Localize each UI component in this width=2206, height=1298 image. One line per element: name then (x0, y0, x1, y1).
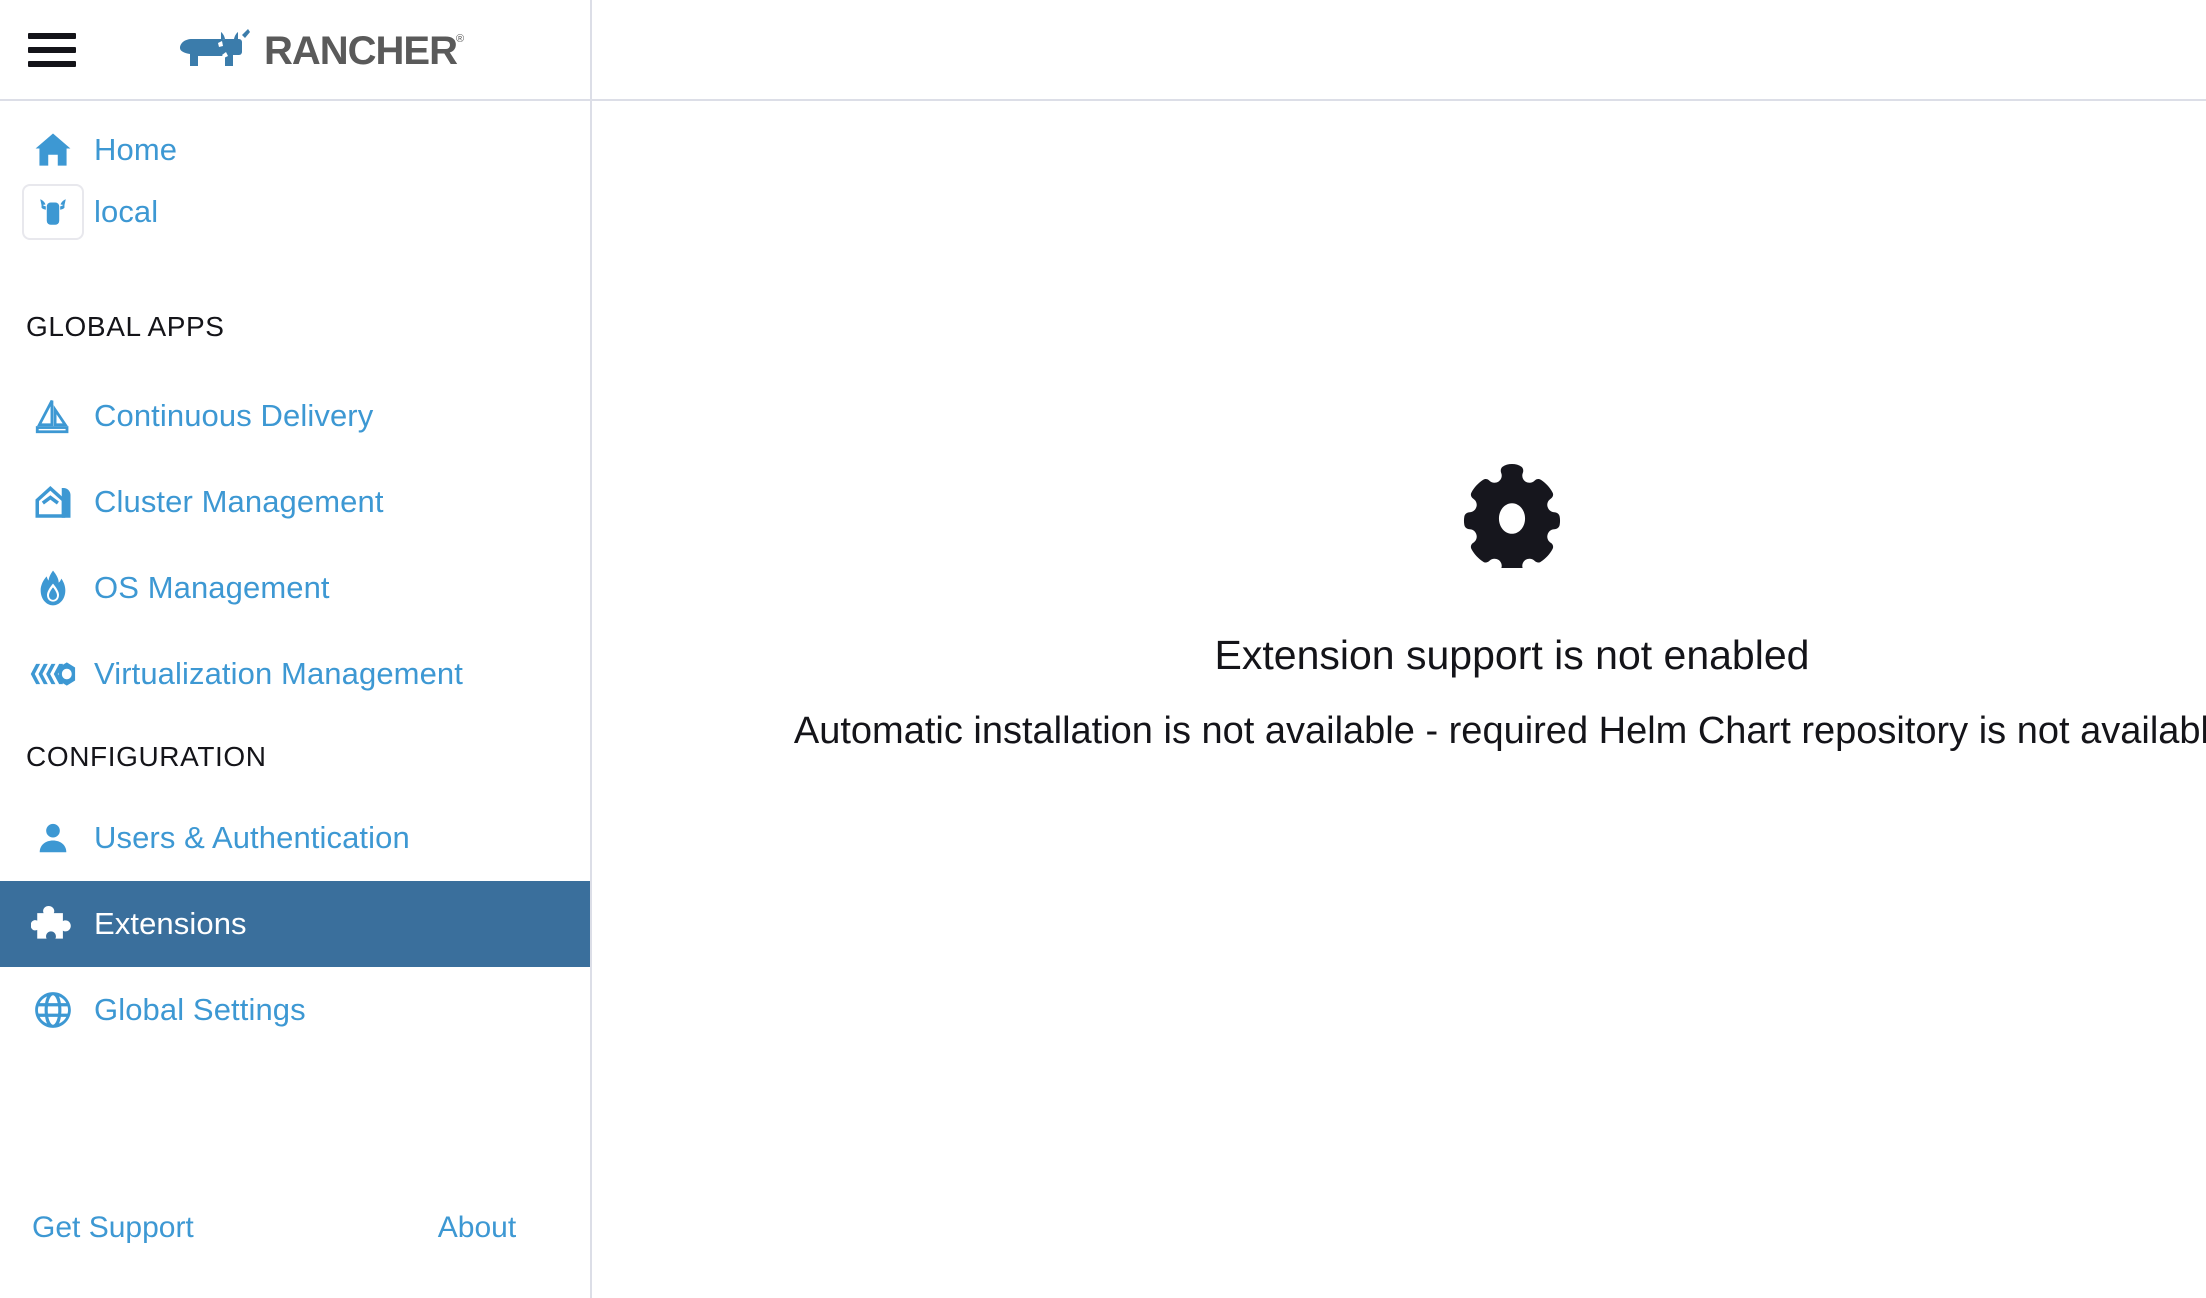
barn-icon (22, 481, 84, 523)
sidebar-item-label: Home (94, 132, 178, 167)
hamburger-bar (28, 46, 76, 53)
sidebar-item-label: Extensions (94, 906, 247, 941)
sidebar-item-cluster-management[interactable]: Cluster Management (0, 459, 590, 545)
about-link[interactable]: About (438, 1211, 516, 1245)
sailboat-icon (22, 395, 84, 437)
harvester-icon (22, 659, 84, 689)
main-content: Extension support is not enabled Automat… (592, 101, 2206, 1298)
home-icon (22, 128, 84, 172)
empty-state-subtitle: Automatic installation is not available … (793, 710, 2206, 752)
gear-icon (1457, 459, 1567, 569)
sidebar-item-virtualization-management[interactable]: Virtualization Management (0, 631, 590, 717)
sidebar-nav: Home local GLOBAL APPS Continuous Delive… (0, 101, 592, 1298)
top-header: RANCHER ® (0, 0, 2206, 101)
sidebar-item-label: OS Management (94, 570, 330, 605)
sidebar-footer: Get Support About (0, 1168, 590, 1298)
sidebar-top-section: Home local (0, 101, 590, 243)
hamburger-menu-icon[interactable] (28, 26, 76, 74)
sidebar-item-label: Virtualization Management (94, 656, 463, 691)
rancher-app: RANCHER ® Home local GLOBAL APPS Continu… (0, 0, 2206, 1298)
puzzle-piece-icon (22, 902, 84, 946)
flame-drop-icon (22, 567, 84, 609)
brand-trademark: ® (456, 33, 464, 45)
sidebar-item-label: Continuous Delivery (94, 398, 374, 433)
sidebar-item-global-settings[interactable]: Global Settings (0, 967, 590, 1053)
extensions-empty-state: Extension support is not enabled Automat… (592, 101, 2206, 750)
sidebar-group-title-global-apps: GLOBAL APPS (26, 311, 225, 342)
sidebar-item-label: local (94, 194, 159, 229)
hamburger-bar (28, 32, 76, 39)
sidebar-item-local[interactable]: local (0, 181, 590, 243)
sidebar-group-title-configuration: CONFIGURATION (26, 741, 267, 772)
sidebar-item-home[interactable]: Home (0, 119, 590, 181)
user-icon (22, 819, 84, 857)
header-brand-area: RANCHER ® (0, 0, 592, 99)
cluster-cow-icon (22, 184, 84, 240)
sidebar-item-label: Global Settings (94, 992, 306, 1027)
sidebar-item-users-authentication[interactable]: Users & Authentication (0, 795, 590, 881)
app-body: Home local GLOBAL APPS Continuous Delive… (0, 101, 2206, 1298)
sidebar-item-extensions[interactable]: Extensions (0, 881, 590, 967)
rancher-logo[interactable]: RANCHER ® (176, 26, 464, 74)
sidebar-item-label: Cluster Management (94, 484, 384, 519)
empty-state-title: Extension support is not enabled (1214, 632, 1810, 678)
brand-wordmark: RANCHER (264, 29, 458, 73)
sidebar-item-continuous-delivery[interactable]: Continuous Delivery (0, 373, 590, 459)
get-support-link[interactable]: Get Support (32, 1211, 194, 1245)
sidebar-item-label: Users & Authentication (94, 820, 410, 855)
sidebar-item-os-management[interactable]: OS Management (0, 545, 590, 631)
hamburger-bar (28, 60, 76, 67)
globe-icon (22, 989, 84, 1031)
rancher-logo-svg: RANCHER ® (180, 28, 464, 73)
